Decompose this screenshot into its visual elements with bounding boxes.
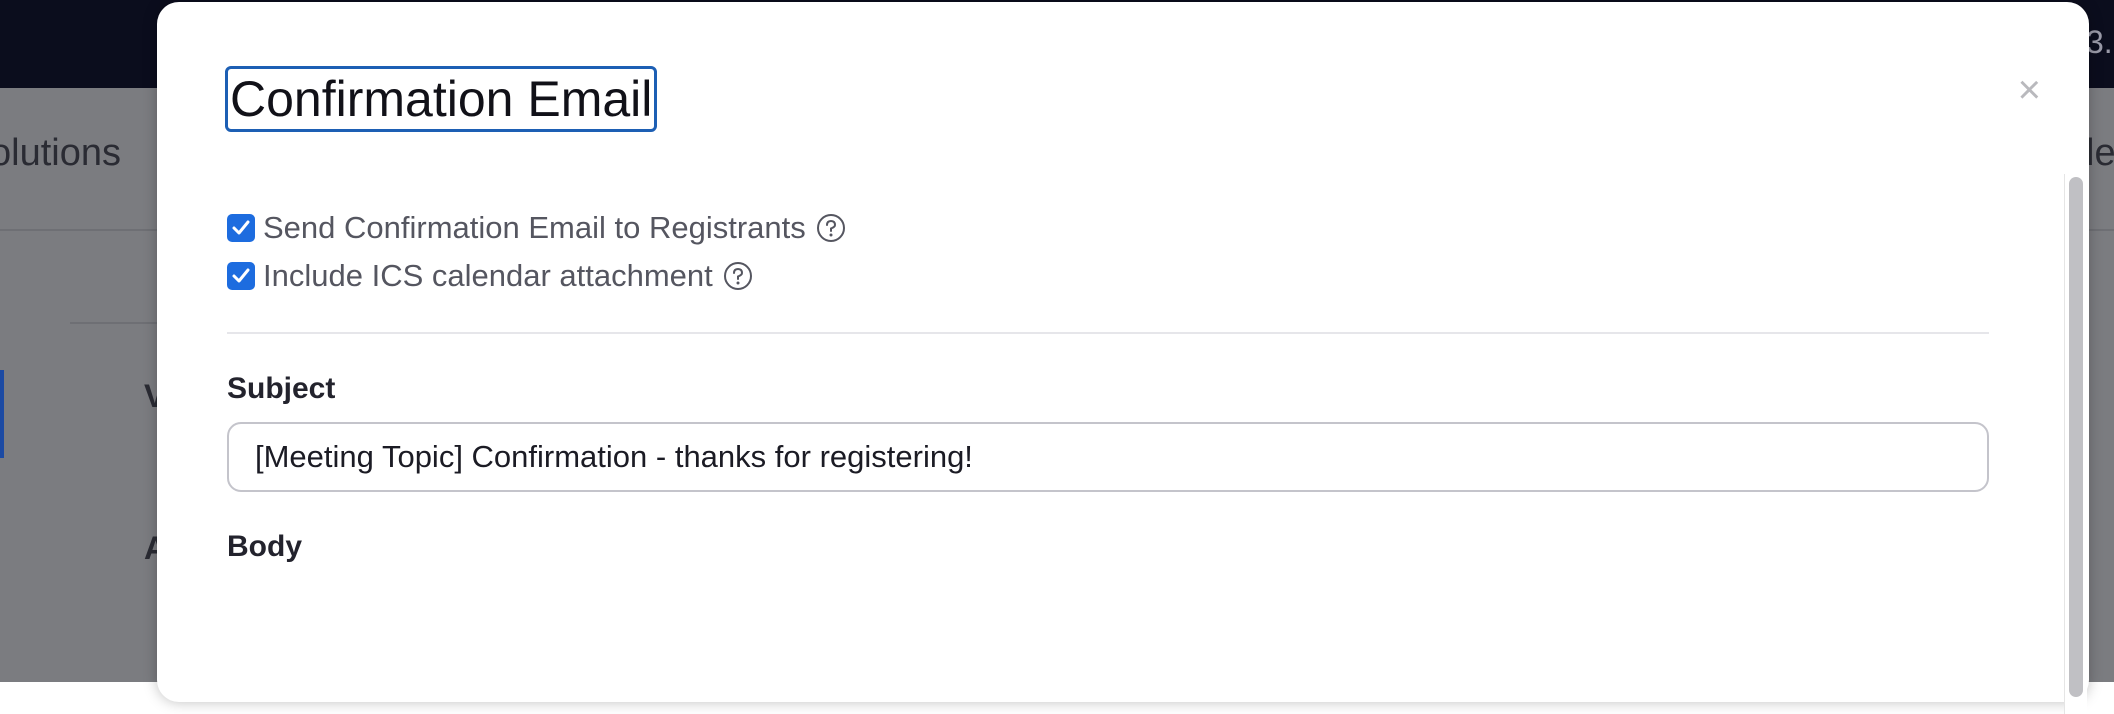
checkbox-send-confirmation[interactable] bbox=[227, 214, 255, 242]
background-nav-partial: olutions bbox=[0, 132, 121, 174]
checkbox-include-ics[interactable] bbox=[227, 262, 255, 290]
background-nav-partial-right: le bbox=[2086, 132, 2114, 174]
option-include-ics: Include ICS calendar attachment bbox=[227, 258, 753, 294]
close-icon[interactable]: × bbox=[2018, 70, 2041, 110]
option-send-confirmation: Send Confirmation Email to Registrants bbox=[227, 210, 846, 246]
background-active-indicator bbox=[0, 370, 4, 458]
dialog-scrollbar-thumb[interactable] bbox=[2069, 177, 2083, 697]
subject-input[interactable]: [Meeting Topic] Confirmation - thanks fo… bbox=[227, 422, 1989, 492]
option-label: Send Confirmation Email to Registrants bbox=[263, 210, 806, 245]
option-label: Include ICS calendar attachment bbox=[263, 258, 713, 293]
body-label: Body bbox=[227, 530, 302, 563]
help-circle-icon[interactable] bbox=[723, 261, 753, 291]
help-circle-icon[interactable] bbox=[816, 213, 846, 243]
checkbox-checked-icon bbox=[232, 220, 250, 235]
section-divider bbox=[227, 332, 1989, 334]
confirmation-email-dialog: Confirmation Email × Send Confirmation E… bbox=[157, 2, 2089, 714]
subject-label: Subject bbox=[227, 372, 336, 405]
dialog-title-box[interactable]: Confirmation Email bbox=[225, 66, 658, 132]
dialog-title: Confirmation Email bbox=[230, 71, 653, 127]
checkbox-checked-icon bbox=[232, 268, 250, 283]
topbar-partial-text: 3.7 bbox=[2086, 24, 2114, 60]
